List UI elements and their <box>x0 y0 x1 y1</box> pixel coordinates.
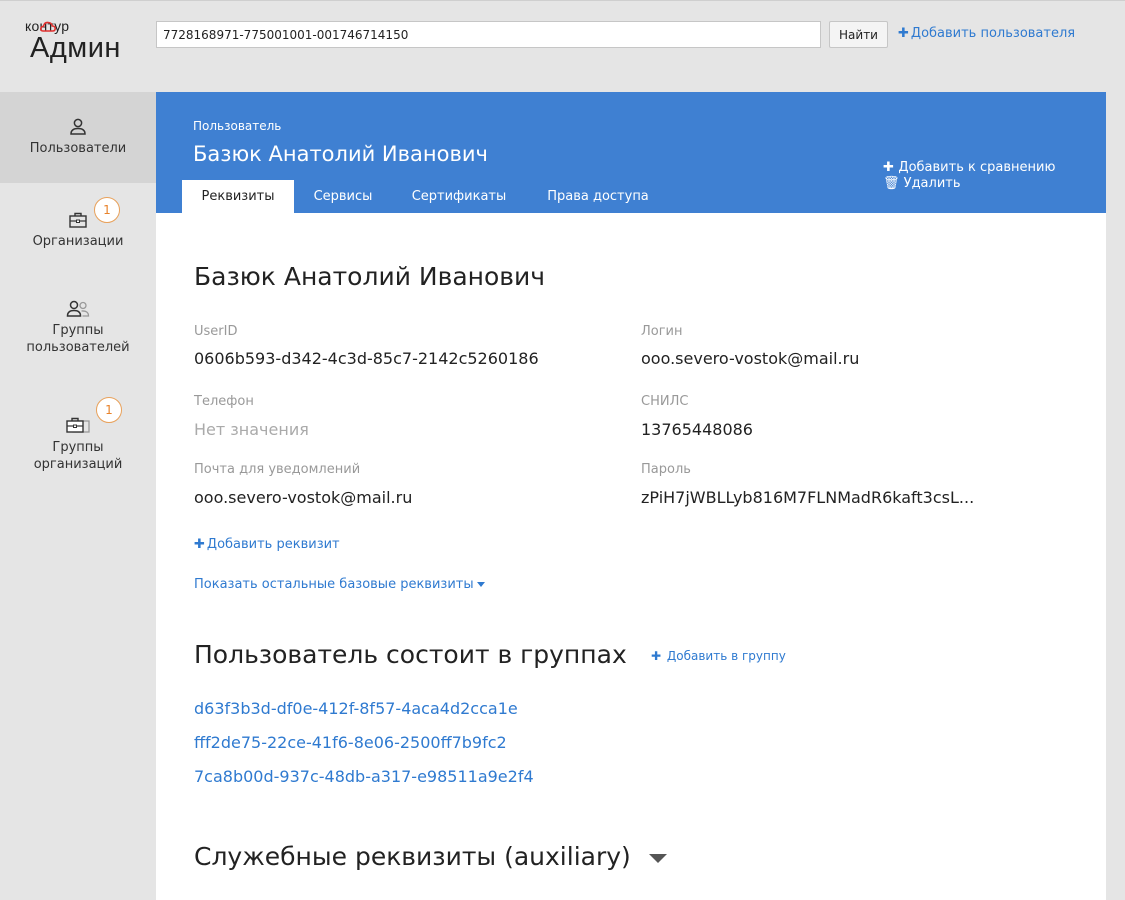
notification-badge: 1 <box>96 397 122 423</box>
add-requisite-link[interactable]: ✚ Добавить реквизит <box>194 537 340 552</box>
plus-icon: ✚ <box>194 537 205 552</box>
add-to-compare-label: Добавить к сравнению <box>898 160 1056 175</box>
show-more-label: Показать остальные базовые реквизиты <box>194 577 474 592</box>
plus-icon: ✚ <box>898 26 909 41</box>
header-actions: ✚ Добавить к сравнению 🗑︎ Удалить <box>883 158 1055 193</box>
add-user-link[interactable]: ✚ Добавить пользователя <box>898 26 1075 41</box>
snils-value: 13765448086 <box>641 420 753 439</box>
add-requisite-label: Добавить реквизит <box>206 537 340 552</box>
sidebar-item-label: Группы пользователей <box>26 323 130 355</box>
sidebar-item-label: Группы организаций <box>33 440 123 472</box>
chevron-down-icon <box>648 853 667 863</box>
group-link[interactable]: fff2de75-22ce-41f6-8e06-2500ff7b9fc2 <box>194 733 507 752</box>
group-link[interactable]: d63f3b3d-df0e-412f-8f57-4aca4d2cca1e <box>194 699 518 718</box>
top-border <box>0 0 1125 1</box>
password-value: zPiH7jWBLLyb816M7FLNMadR6kaft3csL... <box>641 488 975 507</box>
sidebar-item-users[interactable]: Пользователи <box>0 92 156 183</box>
tab-certificates[interactable]: Сертификаты <box>400 180 518 213</box>
userid-label: UserID <box>194 324 238 339</box>
page-gutter <box>1106 92 1125 900</box>
briefcase-group-icon <box>66 417 90 433</box>
tab-requisites[interactable]: Реквизиты <box>182 180 294 213</box>
password-label: Пароль <box>641 462 691 477</box>
groups-section-title: Пользователь состоит в группах <box>194 640 627 669</box>
briefcase-icon <box>69 212 87 228</box>
search-input[interactable] <box>156 21 821 48</box>
group-link[interactable]: 7ca8b00d-937c-48db-a317-e98511a9e2f4 <box>194 767 534 786</box>
user-icon <box>70 118 86 135</box>
user-card: Пользователь Базюк Анатолий Иванович ✚ Д… <box>156 92 1106 900</box>
phone-label: Телефон <box>194 394 254 409</box>
aux-section-toggle[interactable]: Служебные реквизиты (auxiliary) <box>194 842 667 871</box>
plus-icon: ✚ <box>883 160 899 175</box>
user-title: Базюк Анатолий Иванович <box>194 262 546 291</box>
phone-value: Нет значения <box>194 420 309 439</box>
sidebar-item-label: Организации <box>32 234 124 249</box>
delete-label: Удалить <box>903 176 961 191</box>
header-caption: Пользователь <box>193 119 282 133</box>
show-more-requisites-link[interactable]: Показать остальные базовые реквизиты <box>194 577 485 592</box>
tab-services[interactable]: Сервисы <box>306 180 380 213</box>
kontur-admin-logo[interactable]: контур Админ <box>22 18 142 68</box>
add-to-group-link[interactable]: ✚ Добавить в группу <box>651 649 786 663</box>
logo-product-text: Админ <box>30 32 121 64</box>
sidebar-item-organizations[interactable]: Организации 1 <box>0 197 156 267</box>
aux-section-title: Служебные реквизиты (auxiliary) <box>194 842 631 871</box>
email-label: Почта для уведомлений <box>194 462 361 477</box>
add-user-label: Добавить пользователя <box>910 26 1076 41</box>
user-card-header: Пользователь Базюк Анатолий Иванович ✚ Д… <box>156 92 1106 213</box>
login-value: ooo.severo-vostok@mail.ru <box>641 349 860 368</box>
plus-icon: ✚ <box>651 649 662 663</box>
tab-access-rights[interactable]: Права доступа <box>537 180 659 213</box>
find-button[interactable]: Найти <box>829 21 888 48</box>
login-label: Логин <box>641 324 683 339</box>
add-to-group-label: Добавить в группу <box>666 649 786 663</box>
notification-badge: 1 <box>94 197 120 223</box>
sidebar-item-org-groups[interactable]: Группы организаций 1 <box>0 397 156 487</box>
chevron-down-icon <box>476 582 485 587</box>
users-group-icon <box>66 300 90 317</box>
header-user-name: Базюк Анатолий Иванович <box>193 142 488 166</box>
sidebar-item-user-groups[interactable]: Группы пользователей <box>0 300 156 370</box>
email-value: ooo.severo-vostok@mail.ru <box>194 488 413 507</box>
snils-label: СНИЛС <box>641 394 689 409</box>
trash-icon: 🗑︎ <box>883 176 904 191</box>
sidebar-item-label: Пользователи <box>29 141 127 156</box>
userid-value: 0606b593-d342-4c3d-85c7-2142c5260186 <box>194 349 539 368</box>
